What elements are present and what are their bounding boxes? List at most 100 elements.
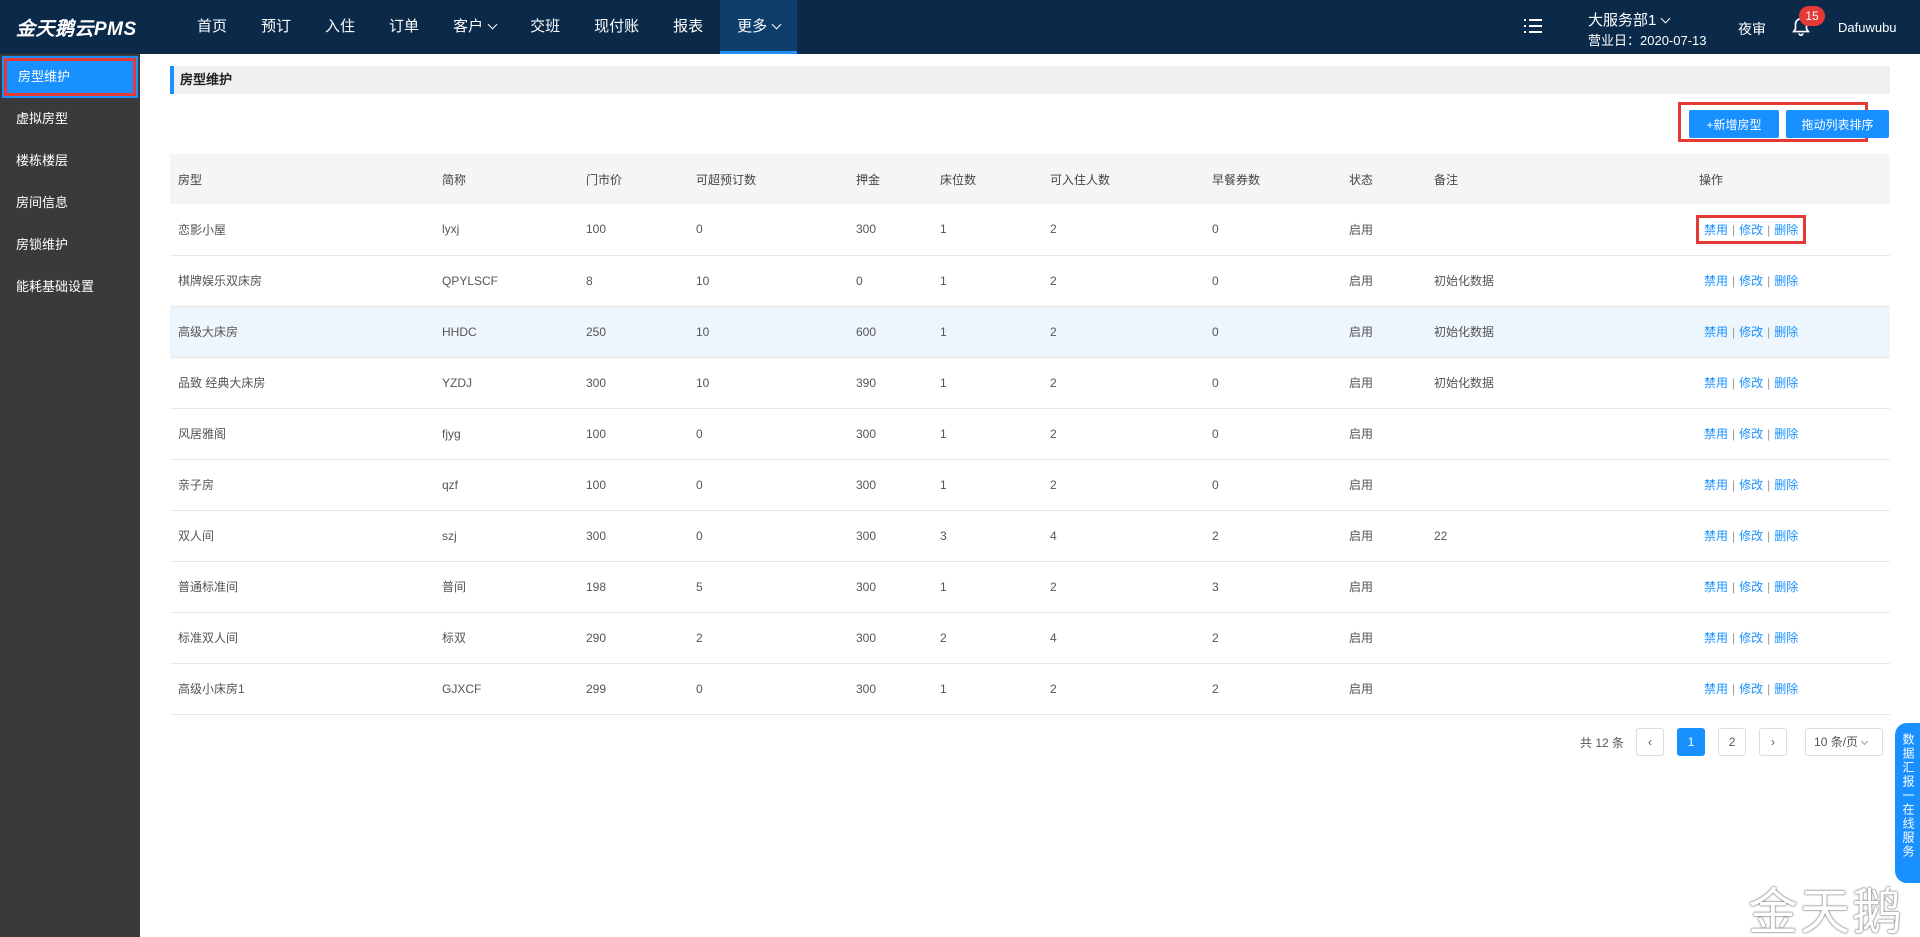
disable-link[interactable]: 禁用: [1704, 478, 1728, 492]
edit-link[interactable]: 修改: [1739, 325, 1763, 339]
app-logo[interactable]: 金天鹅云PMS: [16, 14, 137, 41]
table-cell: 1: [932, 204, 1042, 256]
table-cell: 启用: [1341, 612, 1426, 664]
table-row[interactable]: 恋影小屋 lyxj 100 0 300 1 2 0 启用 禁用 | 修改 | 删除: [170, 204, 1890, 256]
add-room-type-button[interactable]: +新增房型: [1689, 110, 1779, 138]
sidebar-item-1[interactable]: 虚拟房型: [0, 98, 140, 140]
page-size-select[interactable]: 10 条/页: [1805, 728, 1884, 756]
edit-link[interactable]: 修改: [1739, 427, 1763, 441]
delete-link[interactable]: 删除: [1774, 478, 1798, 492]
disable-link[interactable]: 禁用: [1704, 631, 1728, 645]
table-row[interactable]: 高级大床房 HHDC 250 10 600 1 2 0 启用 初始化数据 禁用 | 修改 | 删除: [170, 306, 1890, 358]
nav-item-5[interactable]: 交班: [513, 0, 577, 54]
disable-link[interactable]: 禁用: [1704, 223, 1728, 237]
separator: |: [1767, 376, 1771, 390]
disable-link[interactable]: 禁用: [1704, 427, 1728, 441]
sidebar-item-3[interactable]: 房间信息: [0, 182, 140, 224]
edit-link[interactable]: 修改: [1739, 376, 1763, 390]
nav-item-1[interactable]: 预订: [244, 0, 308, 54]
table-row[interactable]: 品致 经典大床房 YZDJ 300 10 390 1 2 0 启用 初始化数据 禁用 | 修改 | 删除: [170, 357, 1890, 409]
nav-item-3[interactable]: 订单: [372, 0, 436, 54]
nav-item-4[interactable]: 客户: [436, 0, 513, 54]
table-cell: 启用: [1341, 357, 1426, 409]
edit-link[interactable]: 修改: [1739, 274, 1763, 288]
table-row[interactable]: 棋牌娱乐双床房 QPYLSCF 8 10 0 1 2 0 启用 初始化数据 禁用 | 修改 | 删除: [170, 255, 1890, 307]
nav-item-8[interactable]: 更多: [720, 0, 798, 54]
table-cell: GJXCF: [434, 663, 578, 715]
table-cell: 100: [578, 408, 688, 460]
department-selector[interactable]: 大服务部1: [1588, 9, 1671, 30]
disable-link[interactable]: 禁用: [1704, 376, 1728, 390]
edit-link[interactable]: 修改: [1739, 529, 1763, 543]
separator: |: [1767, 427, 1771, 441]
table-row[interactable]: 亲子房 qzf 100 0 300 1 2 0 启用 禁用 | 修改 | 删除: [170, 459, 1890, 511]
prev-page-button[interactable]: ‹: [1636, 728, 1665, 756]
edit-link[interactable]: 修改: [1739, 631, 1763, 645]
page-1-button[interactable]: 1: [1677, 728, 1706, 756]
table-cell: 198: [578, 561, 688, 613]
delete-link[interactable]: 删除: [1774, 631, 1798, 645]
separator: |: [1767, 325, 1771, 339]
sidebar-item-0[interactable]: 房型维护: [2, 56, 138, 98]
delete-link[interactable]: 删除: [1774, 427, 1798, 441]
separator: |: [1767, 274, 1771, 288]
table-cell: 普通标准间: [170, 561, 434, 613]
night-audit-link[interactable]: 夜审: [1738, 19, 1766, 39]
table-row[interactable]: 普通标准间 普间 198 5 300 1 2 3 启用 禁用 | 修改 | 删除: [170, 561, 1890, 613]
sidebar-item-2[interactable]: 楼栋楼层: [0, 140, 140, 182]
disable-link[interactable]: 禁用: [1704, 274, 1728, 288]
edit-link[interactable]: 修改: [1739, 580, 1763, 594]
table-cell: QPYLSCF: [434, 255, 578, 307]
list-icon[interactable]: [1524, 19, 1542, 35]
edit-link[interactable]: 修改: [1739, 223, 1763, 237]
table-cell: 100: [578, 204, 688, 256]
table-cell: 0: [1204, 357, 1341, 409]
sidebar-item-4[interactable]: 房锁维护: [0, 224, 140, 266]
table-cell: 0: [1204, 255, 1341, 307]
disable-link[interactable]: 禁用: [1704, 682, 1728, 696]
sidebar-item-5[interactable]: 能耗基础设置: [0, 266, 140, 308]
next-page-button[interactable]: ›: [1759, 728, 1788, 756]
column-header: 可入住人数: [1042, 154, 1204, 204]
edit-link[interactable]: 修改: [1739, 682, 1763, 696]
delete-link[interactable]: 删除: [1774, 580, 1798, 594]
delete-link[interactable]: 删除: [1774, 325, 1798, 339]
nav-item-0[interactable]: 首页: [180, 0, 244, 54]
table-cell: [1426, 561, 1691, 613]
edit-link[interactable]: 修改: [1739, 478, 1763, 492]
table-row[interactable]: 风居雅阁 fjyg 100 0 300 1 2 0 启用 禁用 | 修改 | 删除: [170, 408, 1890, 460]
disable-link[interactable]: 禁用: [1704, 580, 1728, 594]
nav-item-2[interactable]: 入住: [308, 0, 372, 54]
delete-link[interactable]: 删除: [1774, 529, 1798, 543]
page-2-button[interactable]: 2: [1718, 728, 1747, 756]
table-cell: 启用: [1341, 459, 1426, 511]
table-row[interactable]: 高级小床房1 GJXCF 299 0 300 1 2 2 启用 禁用 | 修改 | 删除: [170, 663, 1890, 715]
pagination: 共 12 条 ‹ 1 2 › 10 条/页: [1580, 728, 1884, 756]
nav-item-7[interactable]: 报表: [656, 0, 720, 54]
drag-sort-button[interactable]: 拖动列表排序: [1786, 110, 1889, 138]
delete-link[interactable]: 删除: [1774, 682, 1798, 696]
user-name[interactable]: Dafuwubu: [1838, 20, 1897, 35]
table-cell: 10: [688, 255, 848, 307]
nav-item-6[interactable]: 现付账: [577, 0, 656, 54]
online-service-tab[interactable]: 数据汇报一在线服务: [1895, 723, 1920, 883]
delete-link[interactable]: 删除: [1774, 223, 1798, 237]
department-name: 大服务部1: [1588, 12, 1657, 29]
table-cell: 初始化数据: [1426, 306, 1691, 358]
delete-link[interactable]: 删除: [1774, 376, 1798, 390]
disable-link[interactable]: 禁用: [1704, 325, 1728, 339]
nav-item-label: 现付账: [594, 18, 640, 35]
table-cell: 22: [1426, 510, 1691, 562]
table-row[interactable]: 标准双人间 标双 290 2 300 2 4 2 启用 禁用 | 修改 | 删除: [170, 612, 1890, 664]
disable-link[interactable]: 禁用: [1704, 529, 1728, 543]
delete-link[interactable]: 删除: [1774, 274, 1798, 288]
page-header: 房型维护: [170, 66, 1890, 94]
row-actions: 禁用 | 修改 | 删除: [1691, 255, 1890, 307]
separator: |: [1732, 580, 1736, 594]
row-actions: 禁用 | 修改 | 删除: [1691, 510, 1890, 562]
business-date: 营业日：2020-07-13: [1588, 33, 1707, 48]
table-cell: 4: [1042, 612, 1204, 664]
column-header: 门市价: [578, 154, 688, 204]
table-row[interactable]: 双人间 szj 300 0 300 3 4 2 启用 22 禁用 | 修改 | 删除: [170, 510, 1890, 562]
table-cell: 普间: [434, 561, 578, 613]
